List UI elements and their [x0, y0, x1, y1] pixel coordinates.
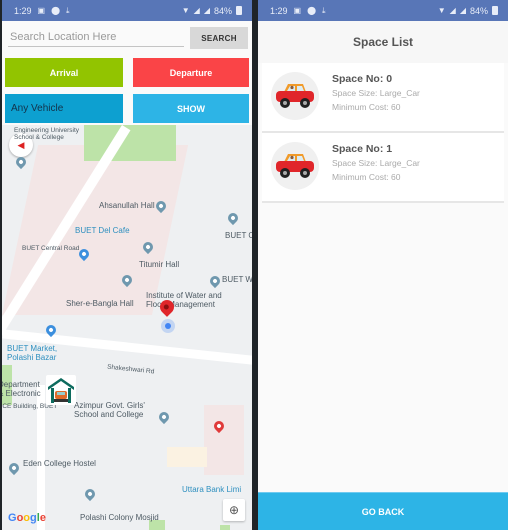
space-number: Space No: 0 [332, 73, 393, 85]
battery-percent: 84% [213, 5, 232, 16]
space-list: Space No: 0 Space Size: Large_Car Minimu… [262, 63, 504, 203]
status-bar: 1:29 ▣ ⬤ ⤓ ▼ ◢ ◢ 84% [2, 0, 252, 21]
car-icon [271, 72, 319, 120]
show-button[interactable]: SHOW [133, 94, 249, 123]
signal-icon: ◢ [449, 5, 456, 15]
space-list-item[interactable]: Space No: 1 Space Size: Large_Car Minimu… [262, 133, 504, 203]
map-screen: 1:29 ▣ ⬤ ⤓ ▼ ◢ ◢ 84% SEARCH Arrival Depa… [2, 0, 252, 530]
map-label: Uttara Bank Limi [182, 485, 242, 494]
status-time: 1:29 [14, 5, 32, 16]
map-label: Shakeshwari Rd [106, 363, 155, 376]
garage-icon [48, 378, 74, 403]
vehicle-type-select[interactable]: Any Vehicle [5, 94, 123, 123]
map-green [220, 525, 230, 530]
school-pin-icon [156, 409, 172, 425]
space-size: Space Size: Large_Car [332, 158, 420, 168]
map-label: Polashi Colony Mosjid [80, 513, 159, 522]
map-label: BUET Ce [225, 231, 252, 240]
arrival-button[interactable]: Arrival [5, 58, 123, 87]
minimum-cost: Minimum Cost: 60 [332, 172, 401, 182]
battery-icon [236, 6, 242, 15]
map-pin-icon [207, 273, 223, 289]
map-label: BUET Market, Polashi Bazar [7, 344, 58, 363]
map-pin-icon [13, 154, 29, 170]
map-label: BUET Del Cafe [75, 226, 130, 235]
map-label: Sher-e-Bangla Hall [66, 299, 134, 308]
my-location-button[interactable]: ⊕ [223, 499, 245, 521]
search-location-input[interactable] [8, 27, 184, 47]
status-bar: 1:29 ▣ ⬤ ⤓ ▼ ◢ ◢ 84% [258, 0, 508, 21]
map-label: Eden College Hostel [23, 459, 96, 468]
go-back-button[interactable]: GO BACK [258, 492, 508, 530]
signal-icon: ◢ [193, 5, 200, 15]
map-label: Ahsanullah Hall [99, 201, 155, 210]
location-icon: ⬤ [307, 5, 317, 15]
map-label: BUET Central Road [22, 245, 80, 252]
signal-icon: ◢ [459, 5, 466, 15]
download-icon: ⤓ [66, 5, 70, 15]
signal-icon: ◢ [203, 5, 210, 15]
wifi-icon: ▼ [437, 5, 446, 15]
crosshair-icon: ⊕ [228, 503, 240, 517]
image-icon: ▣ [37, 5, 46, 15]
map-view[interactable]: ◀ Engineering University School & Colleg… [2, 125, 252, 530]
space-list-item[interactable]: Space No: 0 Space Size: Large_Car Minimu… [262, 63, 504, 133]
battery-percent: 84% [469, 5, 488, 16]
image-icon: ▣ [293, 5, 302, 15]
search-row: SEARCH [2, 25, 252, 51]
car-icon [271, 142, 319, 190]
map-label: Institute of Water and Flood Management [146, 291, 222, 310]
map-label: BUET W [222, 275, 252, 284]
map-label: Department & Electronic [2, 380, 41, 399]
departure-button[interactable]: Departure [133, 58, 249, 87]
current-location-icon [161, 319, 175, 333]
map-label: Titumir Hall [139, 260, 180, 269]
space-size: Space Size: Large_Car [332, 88, 420, 98]
mosque-pin-icon [82, 486, 98, 502]
search-button[interactable]: SEARCH [190, 27, 248, 49]
parking-garage-marker[interactable] [46, 375, 76, 405]
status-time: 1:29 [270, 5, 288, 16]
space-number: Space No: 1 [332, 143, 393, 155]
minimum-cost: Minimum Cost: 60 [332, 102, 401, 112]
page-title: Space List [258, 21, 508, 63]
mosque-pin-icon [225, 210, 241, 226]
space-list-screen: 1:29 ▣ ⬤ ⤓ ▼ ◢ ◢ 84% Space List Space No… [258, 0, 508, 530]
wifi-icon: ▼ [181, 5, 190, 15]
map-sand-area [167, 447, 207, 467]
google-logo: Google [8, 512, 46, 524]
map-hospital-area [204, 405, 244, 475]
map-label: Azimpur Govt. Girls' School and College [74, 401, 145, 420]
battery-icon [492, 6, 498, 15]
map-pin-icon [6, 460, 22, 476]
location-icon: ⬤ [51, 5, 61, 15]
map-label: Engineering University School & College [14, 127, 80, 142]
download-icon: ⤓ [322, 5, 326, 15]
